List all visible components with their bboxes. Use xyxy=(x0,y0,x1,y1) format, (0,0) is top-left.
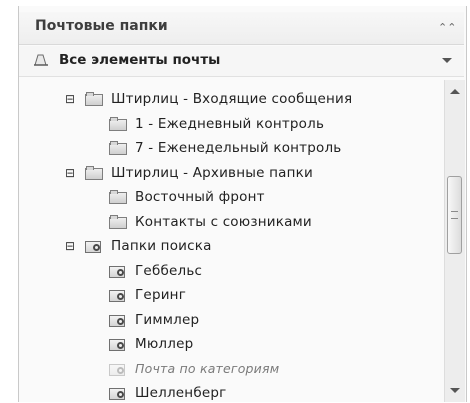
folder-tree: ⊟ Штирлиц - Входящие сообщения 1 - Ежеднев… xyxy=(19,80,443,402)
search-folder-icon xyxy=(109,313,127,327)
folder-icon xyxy=(109,214,127,229)
pane-header: Почтовые папки ⌃⌃ xyxy=(19,12,464,45)
collapse-toggle-icon[interactable]: ⊟ xyxy=(63,239,77,253)
search-folder-icon xyxy=(109,337,127,351)
folder-item[interactable]: Контакты с союзниками xyxy=(109,211,312,233)
folder-icon xyxy=(85,165,103,180)
folder-label: Восточный фронт xyxy=(135,189,265,205)
search-folder-item[interactable]: Геринг xyxy=(109,284,186,306)
search-folder-icon xyxy=(109,362,127,376)
search-folder-item[interactable]: Геббельс xyxy=(109,260,202,282)
folder-tree-scrollbar[interactable] xyxy=(444,80,465,402)
search-folder-icon xyxy=(109,264,127,278)
folder-icon xyxy=(109,141,127,155)
mail-items-icon xyxy=(34,54,48,66)
folder-label: Шелленберг xyxy=(135,385,227,401)
folder-label: Папки поиска xyxy=(111,238,212,254)
search-folder-item[interactable]: Мюллер xyxy=(109,333,193,355)
folder-label: Почта по категориям xyxy=(135,361,280,376)
folder-item[interactable]: ⊟ Штирлиц - Входящие сообщения xyxy=(63,88,352,110)
folder-item[interactable]: 7 - Еженедельный контроль xyxy=(109,137,341,159)
mail-folders-pane: Почтовые папки ⌃⌃ Все элементы почты ⊟ Шт… xyxy=(0,0,470,403)
search-folder-icon xyxy=(109,288,127,302)
folder-label: Геббельс xyxy=(135,262,203,279)
folder-label: Штирлиц - Архивные папки xyxy=(111,164,313,181)
search-folder-item[interactable]: Гиммлер xyxy=(109,309,199,331)
scroll-thumb[interactable] xyxy=(447,176,462,254)
folder-item[interactable]: ⊟ Штирлиц - Архивные папки xyxy=(63,162,313,184)
collapse-toggle-icon[interactable]: ⊟ xyxy=(63,166,77,180)
folder-label: Мюллер xyxy=(135,336,194,352)
folder-icon xyxy=(109,116,127,131)
folder-label: Гиммлер xyxy=(135,311,200,328)
folder-label: Штирлиц - Входящие сообщения xyxy=(111,91,353,107)
folder-label: Контакты с союзниками xyxy=(135,213,312,230)
folder-item[interactable]: 1 - Ежедневный контроль xyxy=(109,113,324,135)
search-folder-item[interactable]: Почта по категориям xyxy=(109,358,279,380)
all-mail-items-dropdown[interactable]: Все элементы почты xyxy=(19,46,464,77)
search-folder-item[interactable]: ⊟ Папки поиска xyxy=(63,235,212,257)
folder-icon xyxy=(85,92,103,106)
scroll-up-arrow-icon[interactable] xyxy=(450,89,460,94)
search-folder-icon xyxy=(109,386,127,400)
search-folder-item[interactable]: Шелленберг xyxy=(109,382,226,402)
scroll-down-arrow-icon[interactable] xyxy=(450,388,460,393)
search-folder-icon xyxy=(85,239,103,253)
folder-label: 7 - Еженедельный контроль xyxy=(135,140,342,156)
pane-title: Почтовые папки xyxy=(35,18,168,34)
all-mail-items-label: Все элементы почты xyxy=(59,52,221,68)
folder-item[interactable]: Восточный фронт xyxy=(109,186,265,208)
collapse-toggle-icon[interactable]: ⊟ xyxy=(63,92,77,106)
collapse-pane-button[interactable]: ⌃⌃ xyxy=(438,20,456,36)
chevron-down-icon[interactable] xyxy=(442,58,452,63)
folder-label: 1 - Ежедневный контроль xyxy=(135,115,325,132)
folder-icon xyxy=(109,190,127,204)
folder-label: Геринг xyxy=(135,287,187,303)
